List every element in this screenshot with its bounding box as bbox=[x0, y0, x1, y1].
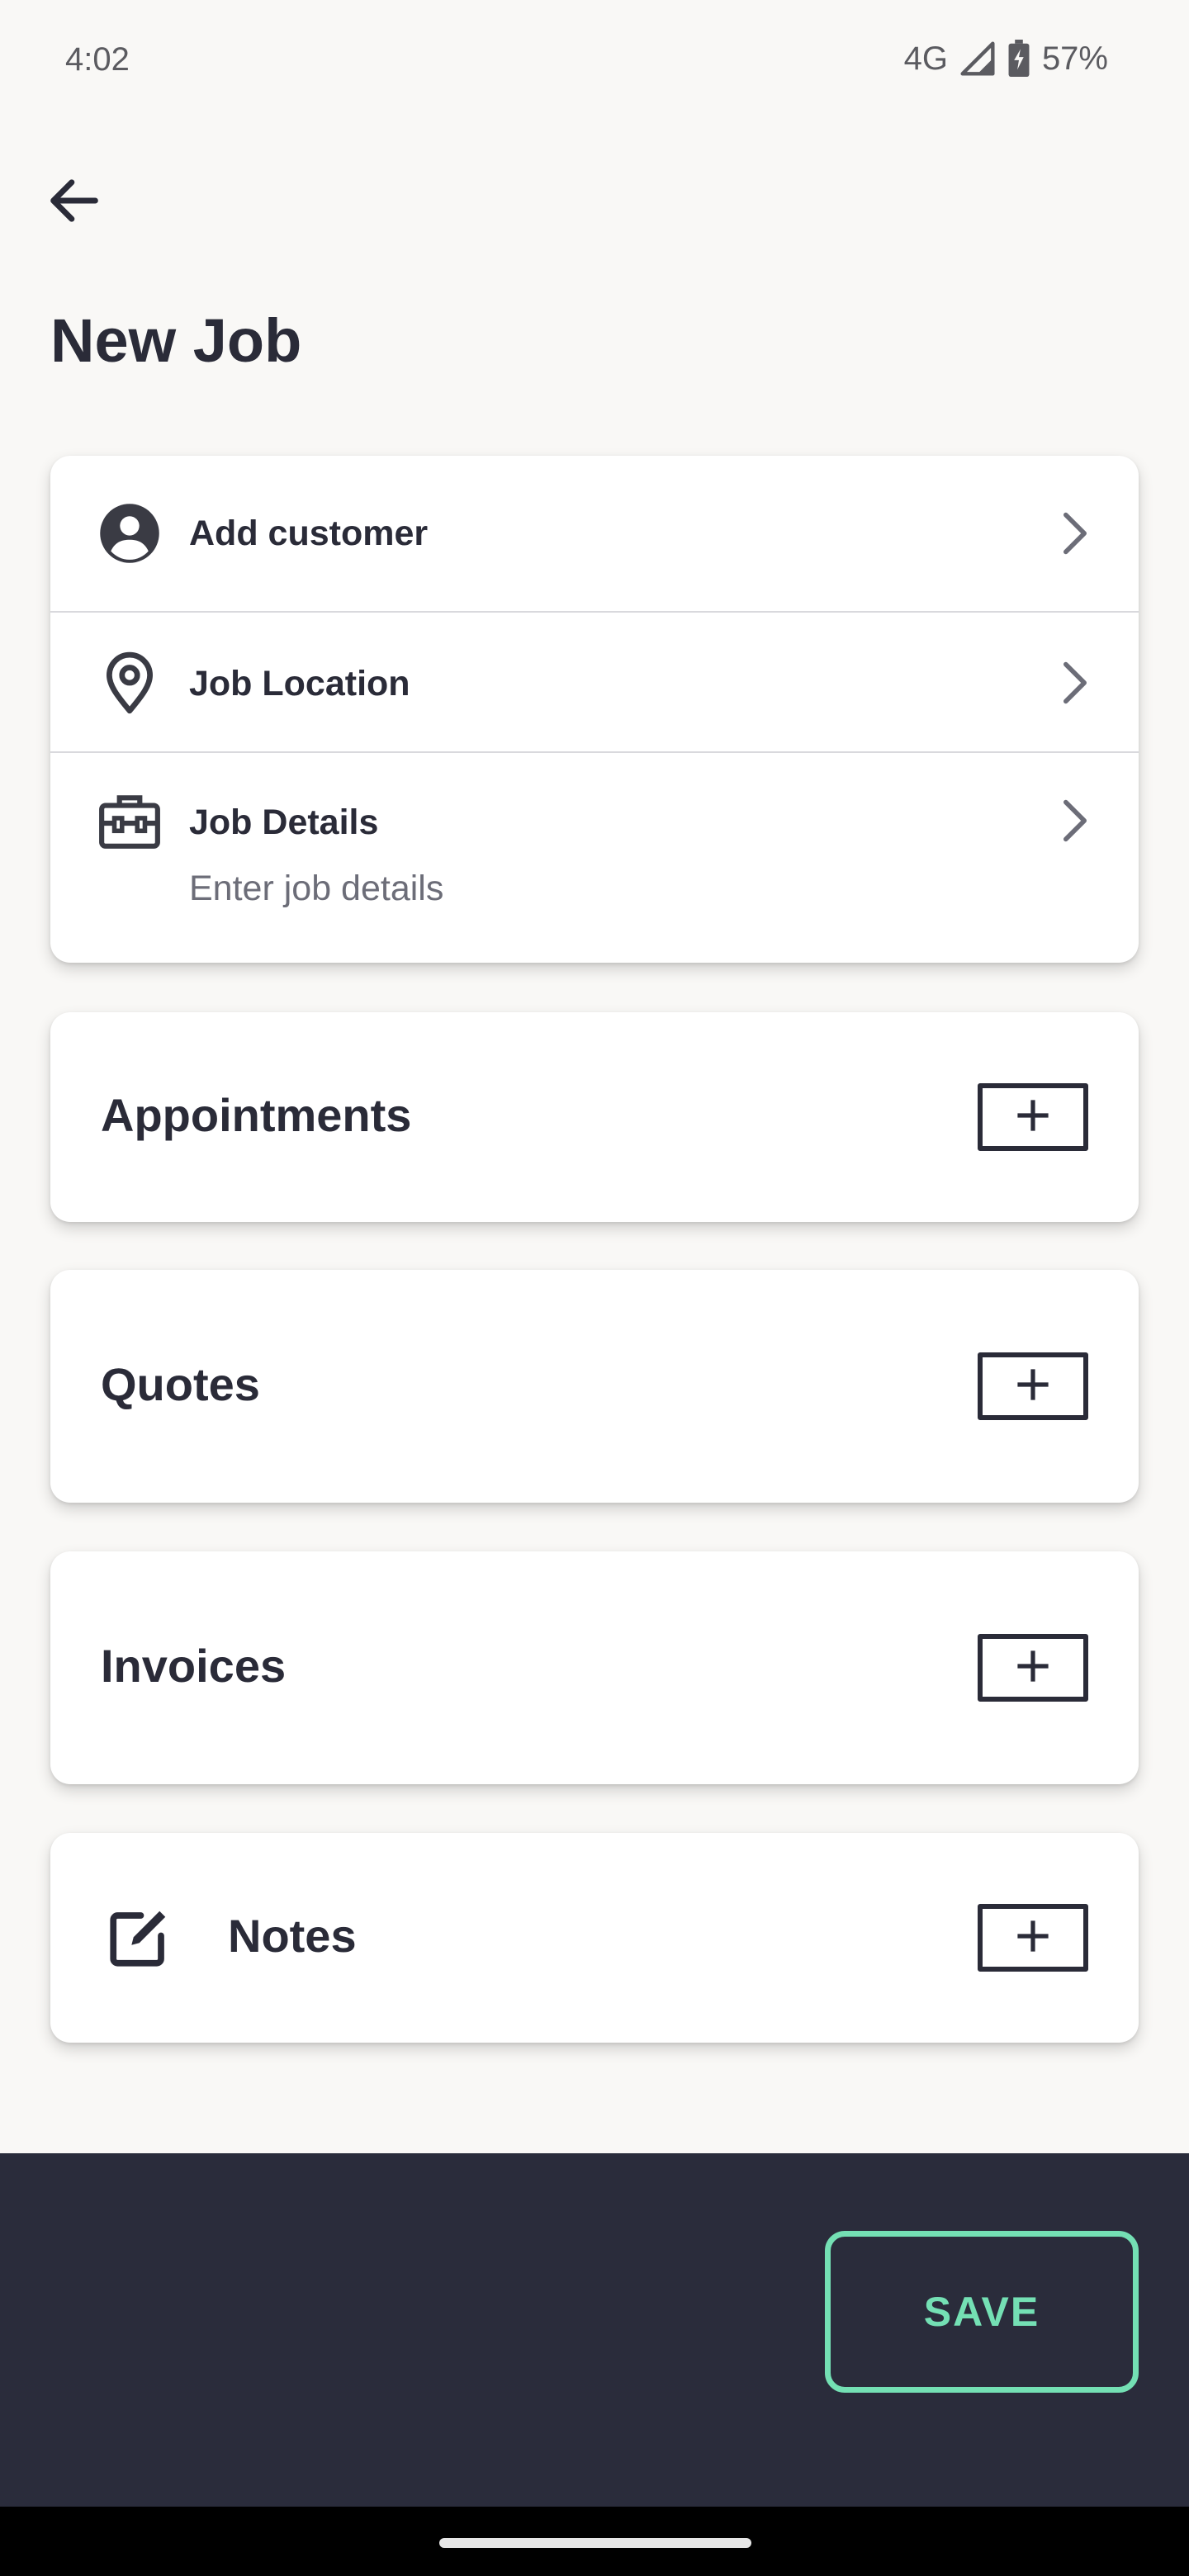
quotes-card: Quotes bbox=[50, 1270, 1139, 1503]
person-icon bbox=[97, 500, 163, 566]
add-quote-button[interactable] bbox=[978, 1352, 1088, 1420]
location-pin-icon bbox=[97, 650, 163, 716]
signal-icon bbox=[959, 40, 996, 77]
quotes-title: Quotes bbox=[101, 1358, 260, 1410]
invoices-title: Invoices bbox=[101, 1640, 287, 1692]
back-button[interactable] bbox=[41, 169, 107, 235]
job-details-row[interactable]: Job Details Enter job details bbox=[50, 751, 1139, 961]
chevron-right-icon bbox=[1054, 509, 1096, 558]
bottom-action-bar: SAVE bbox=[0, 2153, 1189, 2507]
toolbox-icon bbox=[97, 788, 163, 854]
add-customer-row[interactable]: Add customer bbox=[50, 456, 1139, 611]
status-time: 4:02 bbox=[65, 41, 130, 78]
appointments-title: Appointments bbox=[101, 1089, 412, 1141]
new-job-screen: 4:02 4G 57% New Job Add customer Job Loc… bbox=[0, 0, 1189, 2576]
battery-level: 57% bbox=[1041, 40, 1108, 77]
add-appointment-button[interactable] bbox=[978, 1083, 1088, 1151]
job-details-label: Job Details bbox=[189, 803, 379, 842]
chevron-right-icon bbox=[1054, 796, 1096, 845]
add-note-button[interactable] bbox=[978, 1904, 1088, 1972]
status-indicators: 4G 57% bbox=[904, 40, 1108, 78]
appointments-card: Appointments bbox=[50, 1012, 1139, 1222]
invoices-card: Invoices bbox=[50, 1551, 1139, 1784]
save-button[interactable]: SAVE bbox=[825, 2231, 1139, 2393]
plus-icon bbox=[1016, 1368, 1049, 1405]
back-arrow-icon bbox=[43, 169, 106, 236]
plus-icon bbox=[1016, 1920, 1049, 1957]
home-indicator[interactable] bbox=[439, 2538, 751, 2548]
notes-title: Notes bbox=[228, 1910, 357, 1962]
job-info-card: Add customer Job Location Job Details En… bbox=[50, 456, 1139, 963]
status-bar: 4:02 4G 57% bbox=[0, 0, 1189, 120]
job-location-row[interactable]: Job Location bbox=[50, 611, 1139, 751]
job-location-label: Job Location bbox=[189, 664, 410, 703]
page-title: New Job bbox=[50, 306, 302, 375]
system-nav-bar bbox=[0, 2507, 1189, 2576]
notes-card: Notes bbox=[50, 1833, 1139, 2043]
plus-icon bbox=[1016, 1650, 1049, 1687]
add-invoice-button[interactable] bbox=[978, 1634, 1088, 1702]
network-type: 4G bbox=[903, 40, 948, 77]
edit-note-icon bbox=[98, 1899, 178, 1978]
battery-charging-icon bbox=[1007, 40, 1030, 78]
plus-icon bbox=[1016, 1099, 1049, 1136]
chevron-right-icon bbox=[1054, 658, 1096, 708]
add-customer-label: Add customer bbox=[189, 514, 429, 553]
job-details-hint: Enter job details bbox=[189, 869, 444, 908]
